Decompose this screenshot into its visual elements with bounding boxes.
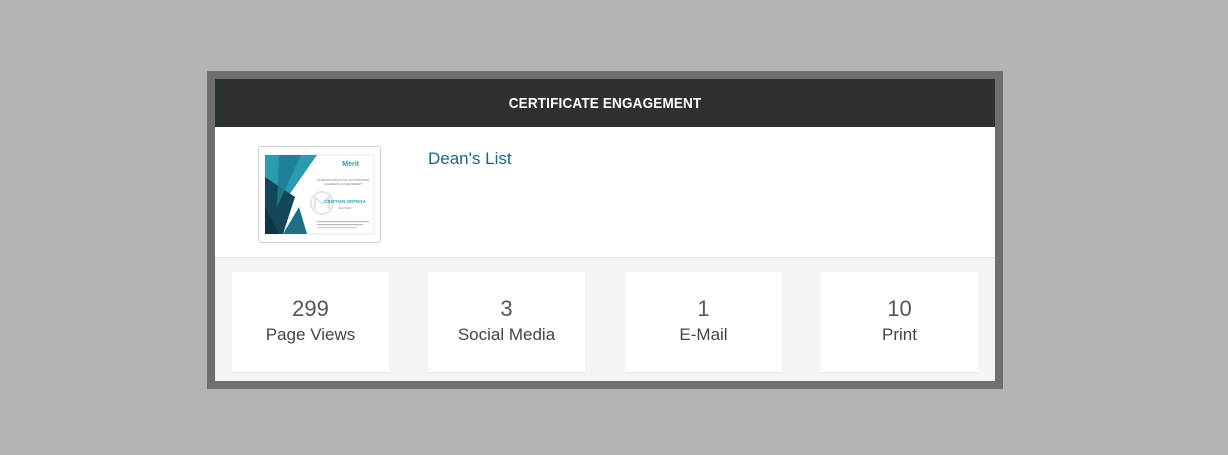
stat-card-page-views: 299 Page Views <box>232 272 389 372</box>
stat-card-email: 1 E-Mail <box>625 272 782 372</box>
stat-value: 1 <box>697 296 710 321</box>
stat-label: Print <box>882 325 917 344</box>
certificate-thumbnail[interactable]: Merit IN RECOGNITION OF OUTSTANDING ACAD… <box>258 146 381 243</box>
stat-value: 3 <box>500 296 513 321</box>
thumbnail-term: Fall 2022 <box>339 206 352 210</box>
certificate-row: Merit IN RECOGNITION OF OUTSTANDING ACAD… <box>215 127 995 258</box>
thumbnail-recipient: CRISTIAN ORTEGA <box>324 199 367 204</box>
panel-header: CERTIFICATE ENGAGEMENT <box>215 79 995 127</box>
stat-value: 299 <box>292 296 329 321</box>
thumbnail-brand: Merit <box>342 161 359 168</box>
panel-title: CERTIFICATE ENGAGEMENT <box>508 94 702 112</box>
stat-label: Page Views <box>265 325 356 344</box>
certificate-engagement-panel: CERTIFICATE ENGAGEMENT Merit IN RECOGNIT… <box>207 71 1003 389</box>
engagement-stats: 299 Page Views 3 Social Media 1 E-Mail 1… <box>215 258 995 381</box>
stat-value: 10 <box>887 296 912 321</box>
stat-label: Social Media <box>457 325 556 344</box>
stat-label: E-Mail <box>679 325 728 344</box>
certificate-title-link[interactable]: Dean's List <box>428 149 512 169</box>
thumbnail-line2: ACADEMIC ACHIEVEMENT <box>324 182 362 186</box>
stat-card-social-media: 3 Social Media <box>428 272 585 372</box>
stat-card-print: 10 Print <box>821 272 978 372</box>
